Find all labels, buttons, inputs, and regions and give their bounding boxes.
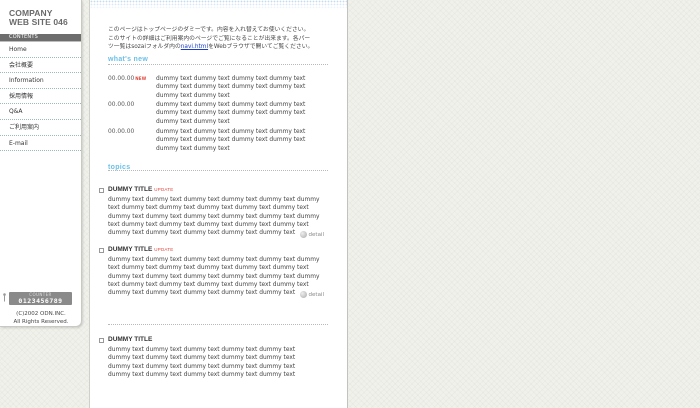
whats-new-divider [108, 64, 328, 65]
site-logo[interactable]: COMPANY WEB SITE 046 [9, 9, 68, 27]
sidebar-nav: Home 会社概要 Information 採用情報 Q&A ご利用案内 E-m… [0, 42, 81, 152]
square-bullet-icon [99, 188, 104, 193]
news-date-text: 00.00.00 [108, 76, 135, 82]
copyright-line-1: (C)2002 ODN.INC. [16, 311, 66, 317]
intro-line-3-post: をWebブラウザで開いてご覧ください。 [208, 44, 314, 50]
topic-title[interactable]: DUMMY TITLE UPDATE [108, 186, 173, 193]
pin-icon [3, 293, 6, 302]
detail-link[interactable]: detail [299, 231, 324, 238]
square-bullet-icon [99, 248, 104, 253]
contents-header: CONTENTS [0, 34, 81, 41]
detail-label: detail [308, 292, 324, 298]
decorative-dot-strip [90, 0, 347, 10]
sidebar: COMPANY WEB SITE 046 CONTENTS Home 会社概要 … [0, 0, 82, 327]
topic-body: dummy text dummy text dummy text dummy t… [108, 347, 296, 378]
topic-title-text: DUMMY TITLE [108, 186, 153, 193]
topic-body: dummy text dummy text dummy text dummy t… [108, 257, 320, 297]
access-counter: COUNTER 0123456789 [9, 292, 72, 305]
detail-label: detail [308, 232, 324, 238]
intro-text: このページはトップページのダミーです。内容を入れ替えてお使いください。 このサイ… [108, 26, 338, 52]
nav-item-company[interactable]: 会社概要 [0, 58, 81, 74]
logo-line-2: WEB SITE 046 [9, 17, 68, 27]
nav-item-recruit[interactable]: 採用情報 [0, 89, 81, 105]
news-text: dummy text dummy text dummy text dummy t… [156, 129, 306, 152]
topic-body: dummy text dummy text dummy text dummy t… [108, 197, 320, 237]
navi-link[interactable]: navi.html [181, 44, 208, 50]
news-text: dummy text dummy text dummy text dummy t… [156, 76, 306, 99]
intro-line-2: このサイトの詳細はご利用案内のページでご覧になることが出来ます。各パー [108, 35, 311, 42]
nav-item-information[interactable]: Information [0, 73, 81, 89]
nav-item-home[interactable]: Home [0, 42, 81, 58]
topic-title-text: DUMMY TITLE [108, 246, 153, 253]
intro-line-3: ツ一覧はsozaiフォルダ内のnavi.htmlをWebブラウザで開いてご覧くだ… [108, 43, 338, 52]
section-divider [108, 324, 328, 325]
nav-item-qa[interactable]: Q&A [0, 104, 81, 120]
new-badge: NEW [135, 76, 147, 81]
topic-title[interactable]: DUMMY TITLE UPDATE [108, 246, 173, 253]
copyright-line-2: All Rights Reserved. [13, 319, 69, 325]
main-content: このページはトップページのダミーです。内容を入れ替えてお使いください。 このサイ… [89, 0, 348, 408]
news-date: 00.00.00 [108, 102, 135, 108]
news-date: 00.00.00NEW [108, 75, 146, 83]
detail-circle-icon [299, 231, 307, 238]
update-badge: UPDATE [154, 247, 174, 252]
square-bullet-icon [99, 338, 104, 343]
nav-item-email[interactable]: E-mail [0, 136, 81, 152]
counter-value: 0123456789 [18, 297, 63, 305]
nav-item-guide[interactable]: ご利用案内 [0, 120, 81, 136]
detail-circle-icon [299, 291, 307, 298]
intro-line-1: このページはトップページのダミーです。内容を入れ替えてお使いください。 [108, 27, 310, 33]
topics-heading: topics [108, 164, 131, 171]
intro-line-3-pre: ツ一覧はsozaiフォルダ内の [108, 44, 181, 50]
detail-link[interactable]: detail [299, 291, 324, 298]
news-text: dummy text dummy text dummy text dummy t… [156, 102, 306, 125]
topic-title-text: DUMMY TITLE [108, 336, 153, 343]
news-date: 00.00.00 [108, 129, 135, 135]
update-badge: UPDATE [154, 187, 174, 192]
topic-title[interactable]: DUMMY TITLE [108, 336, 152, 343]
copyright: (C)2002 ODN.INC. All Rights Reserved. [6, 310, 76, 326]
